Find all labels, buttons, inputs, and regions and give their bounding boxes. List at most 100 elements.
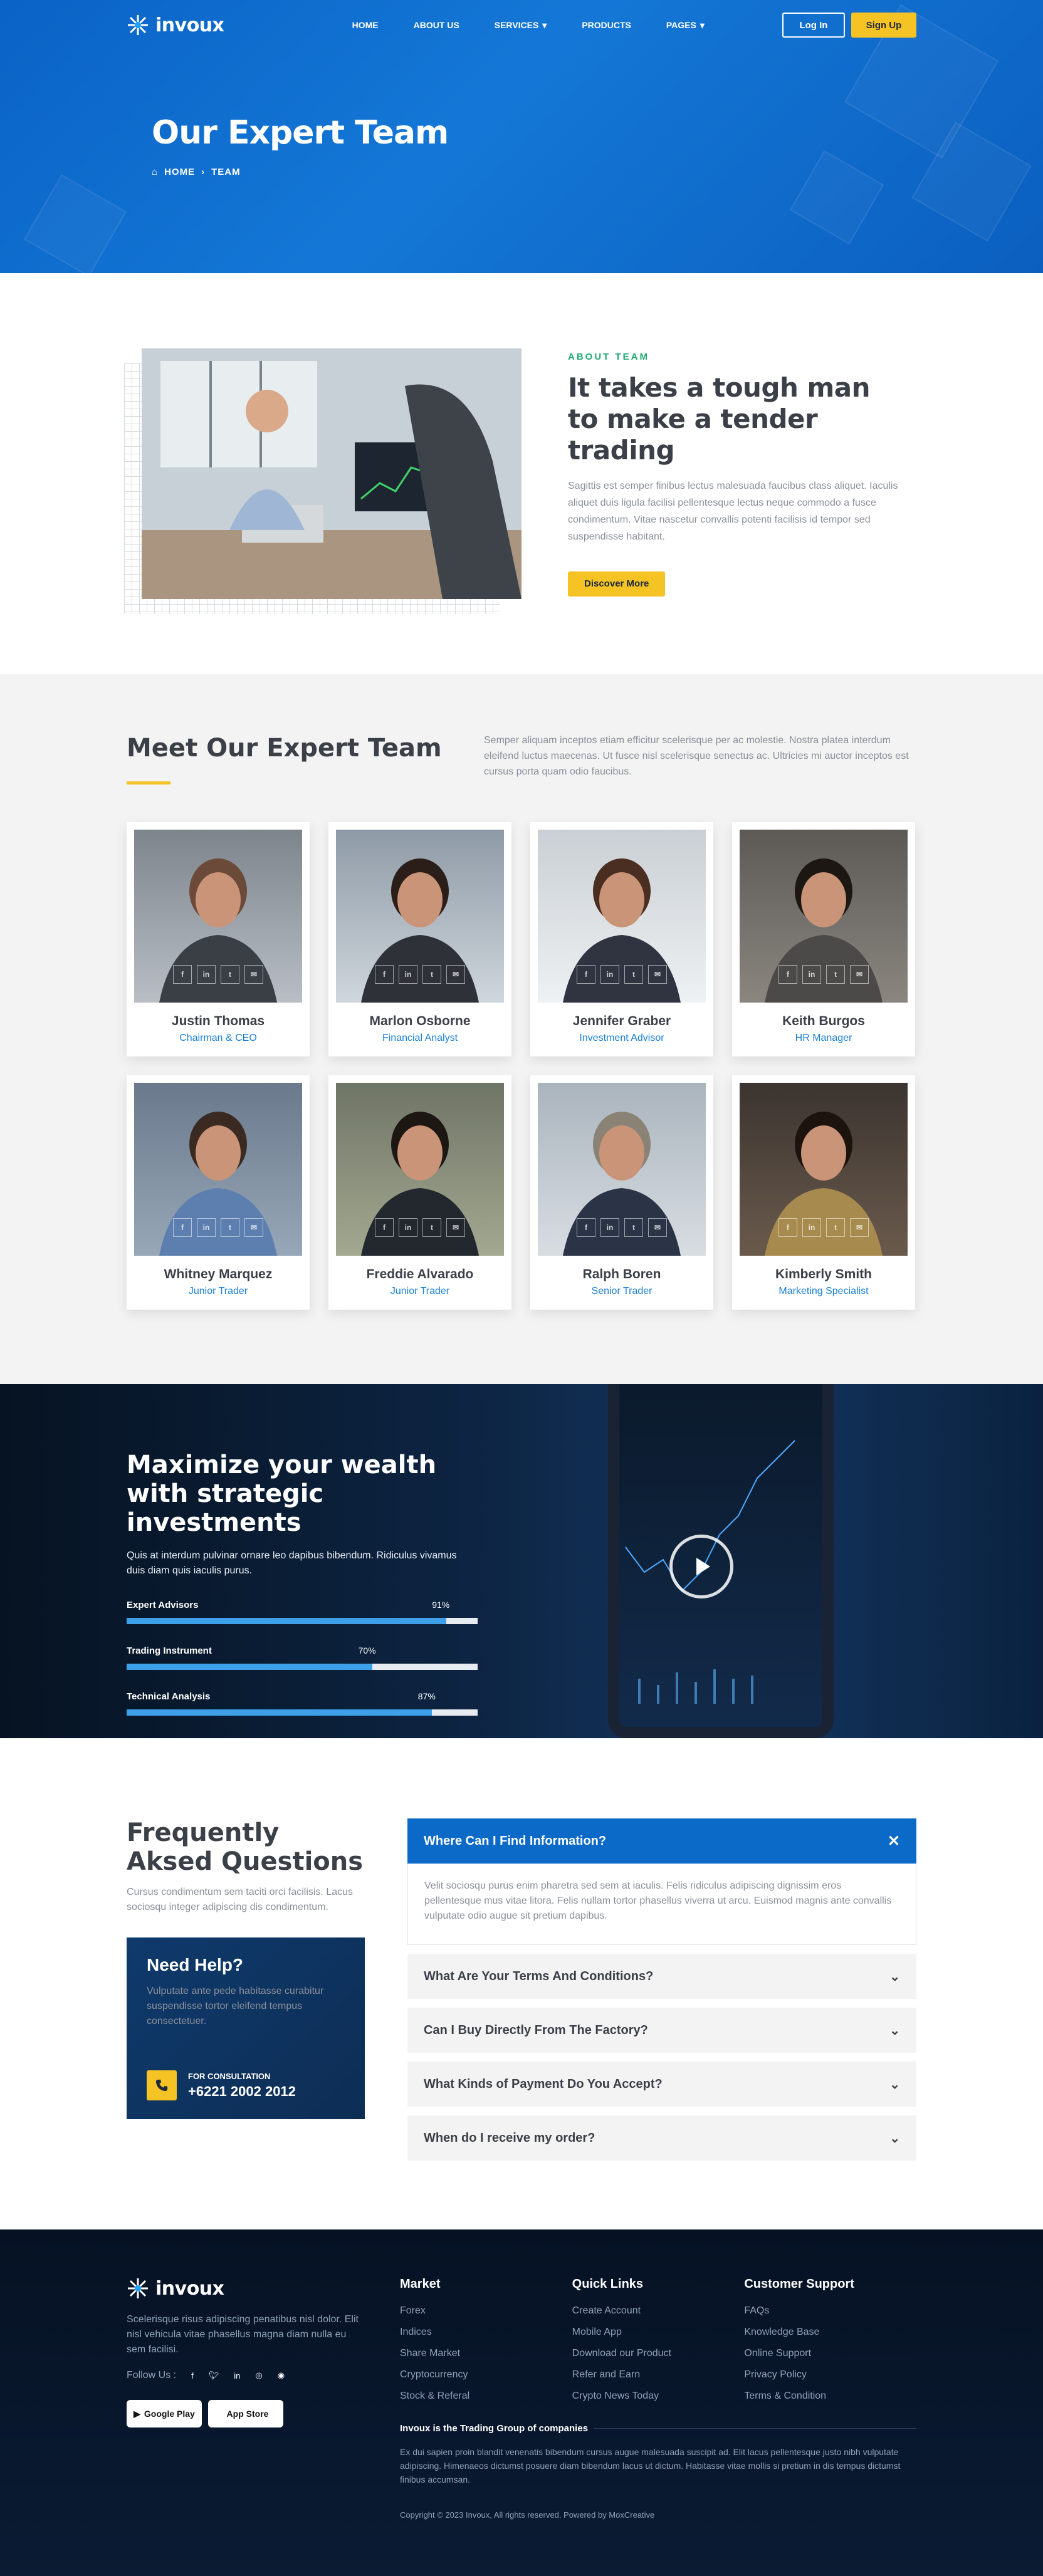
footer-link[interactable]: Online Support — [744, 2343, 916, 2364]
team-card[interactable]: f in t ✉ Marlon Osborne Financial Analys… — [328, 822, 511, 1056]
facebook-icon[interactable]: f — [375, 965, 394, 984]
footer-link[interactable]: Privacy Policy — [744, 2364, 916, 2386]
breadcrumb-home[interactable]: HOME — [164, 167, 195, 177]
twitter-icon[interactable]: t — [221, 965, 239, 984]
linkedin-icon[interactable]: in — [600, 1218, 619, 1237]
footer-link[interactable]: Mobile App — [572, 2322, 745, 2343]
rss-icon[interactable]: ◉ — [278, 2370, 285, 2380]
email-icon[interactable]: ✉ — [648, 965, 667, 984]
group-title: Invoux is the Trading Group of companies — [400, 2423, 916, 2434]
consult-phone[interactable]: +6221 2002 2012 — [188, 2083, 296, 2100]
facebook-icon[interactable]: f — [778, 965, 797, 984]
linkedin-icon[interactable]: in — [197, 1218, 216, 1237]
instagram-icon[interactable]: ◎ — [255, 2370, 262, 2380]
email-icon[interactable]: ✉ — [446, 1218, 465, 1237]
linkedin-icon[interactable]: in — [802, 965, 821, 984]
footer-logo[interactable]: invoux — [127, 2277, 364, 2300]
about-heading: It takes a tough man to make a tender tr… — [568, 372, 871, 466]
footer-link[interactable]: Share Market — [400, 2343, 572, 2364]
twitter-icon[interactable]: t — [624, 965, 643, 984]
team-card[interactable]: f in t ✉ Keith Burgos HR Manager — [732, 822, 915, 1056]
email-icon[interactable]: ✉ — [850, 965, 869, 984]
brand-logo[interactable]: invoux — [127, 14, 224, 36]
twitter-icon[interactable]: t — [422, 965, 441, 984]
email-icon[interactable]: ✉ — [244, 1218, 263, 1237]
twitter-icon[interactable]: t — [422, 1218, 441, 1237]
invest-heading: Maximize your wealth with strategic inve… — [127, 1451, 437, 1537]
footer-link[interactable]: Create Account — [572, 2300, 745, 2322]
login-button[interactable]: Log In — [782, 13, 845, 38]
about-eyebrow: ABOUT TEAM — [568, 351, 649, 362]
faq-item[interactable]: Can I Buy Directly From The Factory? ⌄ — [407, 2008, 916, 2053]
twitter-icon[interactable]: t — [624, 1218, 643, 1237]
member-name: Freddie Alvarado — [366, 1267, 474, 1281]
footer-link[interactable]: Knowledge Base — [744, 2322, 916, 2343]
chevron-down-icon: ⌄ — [889, 1969, 900, 1984]
footer-link[interactable]: Download our Product — [572, 2343, 745, 2364]
email-icon[interactable]: ✉ — [850, 1218, 869, 1237]
play-video-button[interactable] — [669, 1535, 733, 1598]
footer-column-title: Quick Links — [572, 2277, 644, 2291]
email-icon[interactable]: ✉ — [446, 965, 465, 984]
app-store-button[interactable]: App Store — [208, 2400, 283, 2427]
footer-column-title: Market — [400, 2277, 441, 2291]
facebook-icon[interactable]: f — [173, 965, 192, 984]
faq-item-open[interactable]: Where Can I Find Information? ✕ — [407, 1818, 916, 1864]
team-card[interactable]: f in t ✉ Justin Thomas Chairman & CEO — [127, 822, 310, 1056]
linkedin-icon[interactable]: in — [600, 965, 619, 984]
facebook-icon[interactable]: f — [778, 1218, 797, 1237]
linkedin-icon[interactable]: in — [399, 965, 417, 984]
close-icon[interactable]: ✕ — [888, 1832, 900, 1850]
facebook-icon[interactable]: f — [577, 1218, 595, 1237]
linkedin-icon[interactable]: in — [802, 1218, 821, 1237]
facebook-icon[interactable]: f — [173, 1218, 192, 1237]
linkedin-icon[interactable]: in — [197, 965, 216, 984]
menu-products[interactable]: PRODUCTS — [582, 20, 631, 31]
discover-more-button[interactable]: Discover More — [568, 571, 666, 597]
progress-track — [127, 1709, 478, 1716]
linkedin-icon[interactable]: in — [234, 2371, 240, 2380]
consultation[interactable]: FOR CONSULTATION +6221 2002 2012 — [147, 2070, 296, 2100]
footer-link[interactable]: Forex — [400, 2300, 572, 2322]
faq-item[interactable]: What Are Your Terms And Conditions? ⌄ — [407, 1954, 916, 1999]
menu-about[interactable]: ABOUT US — [414, 20, 459, 31]
footer-link[interactable]: Stock & Referal — [400, 2386, 572, 2407]
footer-link[interactable]: Cryptocurrency — [400, 2364, 572, 2386]
phone-icon — [147, 2070, 177, 2100]
facebook-icon[interactable]: f — [375, 1218, 394, 1237]
google-play-button[interactable]: ▶ Google Play — [127, 2400, 202, 2427]
progress-fill — [127, 1664, 372, 1670]
footer-link[interactable]: Terms & Condition — [744, 2386, 916, 2407]
chevron-down-icon: ⌄ — [889, 2077, 900, 2092]
help-text: Vulputate ante pede habitasse curabitur … — [147, 1986, 324, 2026]
twitter-icon[interactable]: t — [221, 1218, 239, 1237]
footer-link[interactable]: FAQs — [744, 2300, 916, 2322]
team-card[interactable]: f in t ✉ Ralph Boren Senior Trader — [530, 1075, 713, 1310]
team-card[interactable]: f in t ✉ Whitney Marquez Junior Trader — [127, 1075, 310, 1310]
facebook-icon[interactable]: f — [577, 965, 595, 984]
faq-answer: Velit sociosqu purus enim pharetra sed s… — [407, 1864, 916, 1945]
email-icon[interactable]: ✉ — [244, 965, 263, 984]
facebook-icon[interactable]: f — [191, 2371, 194, 2380]
linkedin-icon[interactable]: in — [399, 1218, 417, 1237]
team-card[interactable]: f in t ✉ Freddie Alvarado Junior Trader — [328, 1075, 511, 1310]
menu-home[interactable]: HOME — [352, 20, 379, 31]
team-card[interactable]: f in t ✉ Jennifer Graber Investment Advi… — [530, 822, 713, 1056]
faq-item[interactable]: When do I receive my order? ⌄ — [407, 2115, 916, 2161]
footer-link[interactable]: Refer and Earn — [572, 2364, 745, 2386]
email-icon[interactable]: ✉ — [648, 1218, 667, 1237]
menu-pages[interactable]: PAGES ▾ — [666, 20, 705, 31]
faq-accordion: Where Can I Find Information? ✕ Velit so… — [407, 1818, 916, 2169]
member-photo: f in t ✉ — [538, 1083, 706, 1256]
follow-label: Follow Us : — [127, 2370, 177, 2380]
twitter-icon[interactable]: 🐦︎ — [209, 2370, 219, 2380]
faq-item[interactable]: What Kinds of Payment Do You Accept? ⌄ — [407, 2062, 916, 2107]
member-role: Senior Trader — [591, 1286, 653, 1296]
footer-link[interactable]: Indices — [400, 2322, 572, 2343]
footer-link[interactable]: Crypto News Today — [572, 2386, 745, 2407]
menu-services[interactable]: SERVICES ▾ — [495, 20, 547, 31]
twitter-icon[interactable]: t — [826, 965, 845, 984]
signup-button[interactable]: Sign Up — [851, 13, 916, 38]
twitter-icon[interactable]: t — [826, 1218, 845, 1237]
team-card[interactable]: f in t ✉ Kimberly Smith Marketing Specia… — [732, 1075, 915, 1310]
